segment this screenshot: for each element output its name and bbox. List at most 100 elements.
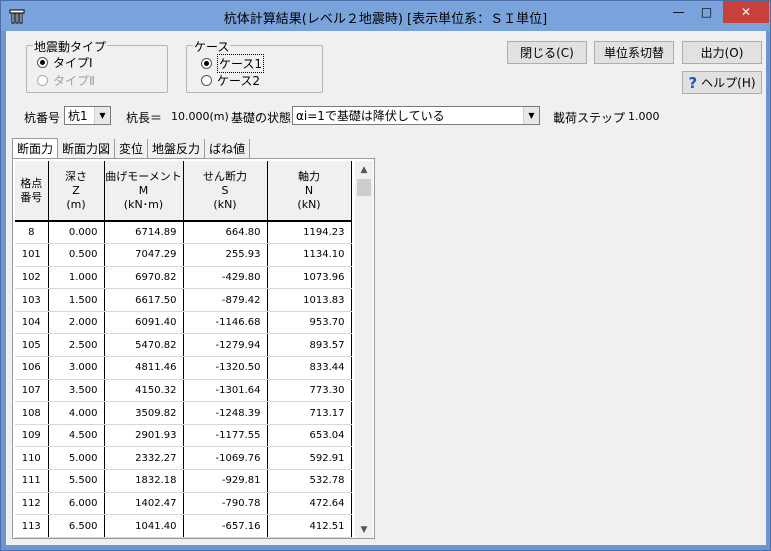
cell-axial: 773.30 [267, 379, 352, 403]
close-button[interactable]: 閉じる(C) [507, 41, 587, 64]
cell-node: 113 [15, 514, 49, 538]
title-bar[interactable]: 杭体計算結果(レベル２地震時) [表示単位系：ＳＩ単位] — □ ✕ [1, 1, 770, 31]
cell-node: 107 [15, 379, 49, 403]
cell-axial: 1013.83 [267, 288, 352, 312]
minimize-button[interactable]: — [665, 1, 692, 23]
help-button-label: ヘルプ(H) [701, 76, 756, 90]
chevron-down-icon: ▼ [94, 107, 110, 124]
pile-no-select[interactable]: 杭1 ▼ [64, 106, 111, 125]
header-shear-l2: S [221, 183, 229, 197]
table-row[interactable]: 111 5.500 1832.18 -929.81 532.78 [15, 469, 352, 493]
cell-shear: -532.38 [183, 537, 268, 538]
header-node-l1: 格点 [20, 176, 43, 190]
pile-no-value: 杭1 [68, 109, 88, 123]
help-button[interactable]: ? ヘルプ(H) [682, 71, 762, 94]
scroll-thumb[interactable] [357, 179, 371, 196]
cell-axial: 893.57 [267, 333, 352, 358]
cell-node: 106 [15, 356, 49, 380]
section-force-grid[interactable]: 格点 番号 深さ Z (m) 曲げモーメント M (kN･m) せん断力 S (kN) 軸力 N… [15, 161, 353, 538]
scroll-down-arrow-icon[interactable]: ▼ [355, 521, 373, 538]
table-row[interactable]: 101 0.500 7047.29 255.93 1134.10 [15, 243, 352, 267]
case-group: ケース ケース1 ケース2 [186, 38, 323, 93]
dialog-client: 地震動タイプ タイプⅠ タイプⅡ ケース ケース1 ケース2 閉じる(C) 単位… [6, 31, 766, 545]
cell-axial: 532.78 [267, 469, 352, 493]
pile-no-label: 杭番号 [24, 111, 61, 125]
header-moment-l3: (kN･m) [123, 197, 164, 211]
output-button[interactable]: 出力(O) [682, 41, 762, 64]
tab-displacement[interactable]: 変位 [115, 139, 149, 158]
cell-node: 112 [15, 492, 49, 516]
result-tabs: 断面力 断面力図 変位 地盤反力 ばね値 [12, 138, 251, 158]
close-window-button[interactable]: ✕ [723, 1, 769, 23]
cell-shear: -1279.94 [183, 333, 268, 358]
table-row[interactable]: 113 6.500 1041.40 -657.16 412.51 [15, 514, 352, 538]
cell-depth: 5.000 [48, 446, 105, 471]
cell-depth: 4.500 [48, 424, 105, 448]
table-row[interactable]: 110 5.000 2332.27 -1069.76 592.91 [15, 446, 352, 471]
cell-moment: 7047.29 [104, 243, 184, 267]
table-row[interactable]: 103 1.500 6617.50 -879.42 1013.83 [15, 288, 352, 312]
quake-type-2-label: タイプⅡ [53, 74, 95, 88]
cell-node: 8 [15, 221, 49, 245]
cell-shear: -1177.55 [183, 424, 268, 448]
table-row[interactable]: 105 2.500 5470.82 -1279.94 893.57 [15, 333, 352, 358]
cell-axial: 1194.23 [267, 221, 352, 245]
cell-shear: -790.78 [183, 492, 268, 516]
cell-depth: 1.000 [48, 266, 105, 290]
cell-axial: 352.38 [267, 537, 352, 538]
cell-depth: 4.000 [48, 401, 105, 425]
foundation-state-label: 基礎の状態 [231, 111, 292, 125]
quake-type-1-radio[interactable]: タイプⅠ [37, 54, 93, 71]
case-1-radio[interactable]: ケース1 [201, 54, 265, 73]
radio-unchecked-icon [201, 75, 212, 86]
table-row[interactable]: 1147.000745.30-532.38352.38 [15, 537, 352, 538]
cell-node: 101 [15, 243, 49, 267]
header-axial-l1: 軸力 [298, 169, 320, 183]
cell-node: 109 [15, 424, 49, 448]
table-row[interactable]: 108 4.000 3509.82 -1248.39 713.17 [15, 401, 352, 425]
table-row[interactable]: 106 3.000 4811.46 -1320.50 833.44 [15, 356, 352, 380]
header-moment-l2: M [138, 183, 149, 197]
section-force-table: 格点 番号 深さ Z (m) 曲げモーメント M (kN･m) せん断力 S (kN) 軸力 N… [15, 161, 352, 538]
case-1-label: ケース1 [217, 54, 265, 73]
scroll-up-arrow-icon[interactable]: ▲ [355, 161, 373, 178]
cell-node: 102 [15, 266, 49, 290]
tab-ground-reaction[interactable]: 地盤反力 [148, 139, 206, 158]
header-node-l3: 番号 [20, 190, 43, 204]
cell-depth: 3.000 [48, 356, 105, 380]
cell-depth: 2.000 [48, 311, 105, 335]
cell-axial: 833.44 [267, 356, 352, 380]
cell-depth: 0.000 [48, 221, 105, 245]
cell-axial: 653.04 [267, 424, 352, 448]
table-row[interactable]: 104 2.000 6091.40 -1146.68 953.70 [15, 311, 352, 335]
quake-type-group-label: 地震動タイプ [33, 38, 108, 55]
table-row[interactable]: 102 1.000 6970.82 -429.80 1073.96 [15, 266, 352, 290]
foundation-state-select[interactable]: αi=1で基礎は降伏している ▼ [292, 106, 540, 125]
tab-spring-value[interactable]: ばね値 [205, 139, 251, 158]
cell-depth: 1.500 [48, 288, 105, 312]
cell-moment: 2332.27 [104, 446, 184, 471]
vertical-scrollbar[interactable]: ▲ ▼ [355, 161, 373, 538]
cell-moment: 1041.40 [104, 514, 184, 538]
header-depth: 深さ Z (m) [48, 161, 105, 222]
table-row[interactable]: 8 0.000 6714.89 664.80 1194.23 [15, 221, 352, 245]
maximize-button[interactable]: □ [693, 1, 720, 23]
quake-type-2-radio[interactable]: タイプⅡ [37, 72, 95, 89]
table-row[interactable]: 112 6.000 1402.47 -790.78 472.64 [15, 492, 352, 516]
cell-node: 105 [15, 333, 49, 358]
window-title: 杭体計算結果(レベル２地震時) [表示単位系：ＳＩ単位] [223, 12, 548, 27]
unit-switch-button[interactable]: 単位系切替 [594, 41, 674, 64]
case-2-radio[interactable]: ケース2 [201, 72, 260, 89]
cell-moment: 4811.46 [104, 356, 184, 380]
table-row[interactable]: 109 4.500 2901.93 -1177.55 653.04 [15, 424, 352, 448]
tab-section-force-diagram[interactable]: 断面力図 [58, 139, 116, 158]
cell-moment: 2901.93 [104, 424, 184, 448]
help-question-icon: ? [688, 73, 698, 92]
cell-depth: 7.000 [48, 537, 105, 538]
header-node: 格点 番号 [15, 161, 49, 222]
table-row[interactable]: 107 3.500 4150.32 -1301.64 773.30 [15, 379, 352, 403]
tab-section-force[interactable]: 断面力 [12, 138, 59, 158]
cell-node: 104 [15, 311, 49, 335]
cell-moment: 6617.50 [104, 288, 184, 312]
header-shear-l3: (kN) [213, 197, 237, 211]
